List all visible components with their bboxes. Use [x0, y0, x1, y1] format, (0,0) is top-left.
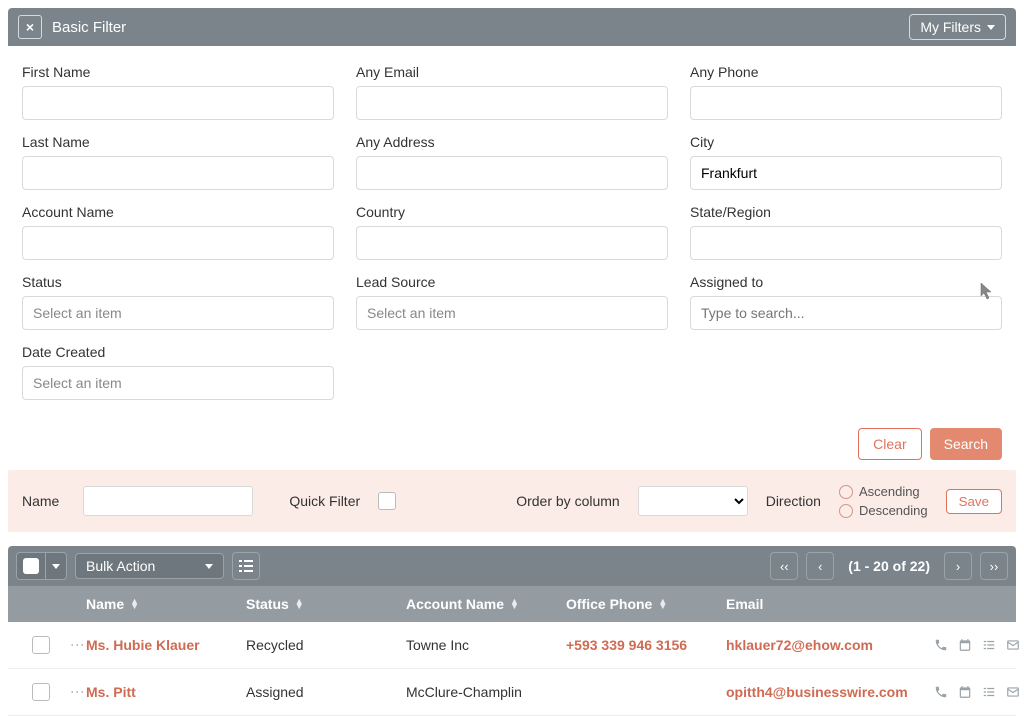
account-name-input[interactable] — [22, 226, 334, 260]
last-page-button[interactable]: ›› — [980, 552, 1008, 580]
filter-name-input[interactable] — [83, 486, 253, 516]
phone-icon[interactable] — [934, 638, 948, 652]
save-button[interactable]: Save — [946, 489, 1002, 514]
calendar-icon[interactable] — [958, 685, 972, 699]
any-address-label: Any Address — [356, 134, 668, 150]
lead-source-select[interactable]: Select an item — [356, 296, 668, 330]
clear-button[interactable]: Clear — [858, 428, 921, 460]
tasks-icon[interactable] — [982, 638, 996, 652]
row-status: Recycled — [246, 637, 406, 653]
any-email-label: Any Email — [356, 64, 668, 80]
page-info: (1 - 20 of 22) — [848, 558, 930, 574]
bulk-action-label: Bulk Action — [86, 558, 155, 574]
bulk-action-dropdown[interactable]: Bulk Action — [75, 553, 224, 579]
mail-icon[interactable] — [1006, 685, 1020, 699]
any-address-input[interactable] — [356, 156, 668, 190]
order-by-label: Order by column — [516, 493, 619, 509]
search-button[interactable]: Search — [930, 428, 1002, 460]
descending-label: Descending — [859, 503, 928, 518]
ascending-radio[interactable] — [839, 485, 853, 499]
tasks-icon[interactable] — [982, 685, 996, 699]
city-input[interactable] — [690, 156, 1002, 190]
first-name-input[interactable] — [22, 86, 334, 120]
col-office-phone[interactable]: Office Phone▲▼ — [566, 596, 726, 612]
select-all-checkbox[interactable] — [23, 558, 39, 574]
calendar-icon[interactable] — [958, 638, 972, 652]
next-page-button[interactable]: › — [944, 552, 972, 580]
list-view-icon[interactable] — [232, 552, 260, 580]
descending-radio[interactable] — [839, 504, 853, 518]
chevron-down-icon — [987, 25, 995, 30]
filter-form: First Name Any Email Any Phone Last Name… — [8, 46, 1016, 410]
account-name-label: Account Name — [22, 204, 334, 220]
row-phone[interactable]: +593 339 946 3156 — [566, 637, 726, 653]
sort-icon: ▲▼ — [295, 599, 304, 609]
row-email[interactable]: opitth4@businesswire.com — [726, 684, 916, 700]
sort-icon: ▲▼ — [130, 599, 139, 609]
filter-actions: Clear Search — [8, 410, 1016, 470]
date-created-label: Date Created — [22, 344, 334, 360]
any-phone-input[interactable] — [690, 86, 1002, 120]
any-email-input[interactable] — [356, 86, 668, 120]
quick-filter-checkbox[interactable] — [378, 492, 396, 510]
panel-title: Basic Filter — [52, 19, 126, 36]
close-icon[interactable]: × — [18, 15, 42, 39]
state-region-input[interactable] — [690, 226, 1002, 260]
ascending-label: Ascending — [859, 484, 920, 499]
phone-icon[interactable] — [934, 685, 948, 699]
col-status[interactable]: Status▲▼ — [246, 596, 406, 612]
row-status: Assigned — [246, 684, 406, 700]
select-all-control[interactable] — [16, 552, 67, 580]
row-checkbox[interactable] — [32, 636, 50, 654]
country-label: Country — [356, 204, 668, 220]
first-name-label: First Name — [22, 64, 334, 80]
date-created-select[interactable]: Select an item — [22, 366, 334, 400]
row-menu-icon[interactable]: ⋮ — [66, 685, 86, 699]
table-toolbar: Bulk Action ‹‹ ‹ (1 - 20 of 22) › ›› — [8, 546, 1016, 586]
my-filters-label: My Filters — [920, 19, 981, 35]
country-input[interactable] — [356, 226, 668, 260]
last-name-input[interactable] — [22, 156, 334, 190]
any-phone-label: Any Phone — [690, 64, 1002, 80]
col-name[interactable]: Name▲▼ — [86, 596, 246, 612]
city-label: City — [690, 134, 1002, 150]
row-name[interactable]: Ms. Hubie Klauer — [86, 637, 246, 653]
row-account: Towne Inc — [406, 637, 566, 653]
col-email[interactable]: Email — [726, 596, 926, 612]
chevron-down-icon — [205, 564, 213, 569]
last-name-label: Last Name — [22, 134, 334, 150]
direction-label: Direction — [766, 493, 821, 509]
status-label: Status — [22, 274, 334, 290]
row-account: McClure-Champlin — [406, 684, 566, 700]
table-header: Name▲▼ Status▲▼ Account Name▲▼ Office Ph… — [8, 586, 1016, 622]
state-region-label: State/Region — [690, 204, 1002, 220]
name-label: Name — [22, 493, 59, 509]
row-name[interactable]: Ms. Pitt — [86, 684, 246, 700]
row-email[interactable]: hklauer72@ehow.com — [726, 637, 916, 653]
quick-filter-label: Quick Filter — [289, 493, 360, 509]
sort-icon: ▲▼ — [658, 599, 667, 609]
select-all-dropdown[interactable] — [45, 553, 66, 579]
row-menu-icon[interactable]: ⋮ — [66, 638, 86, 652]
lead-source-label: Lead Source — [356, 274, 668, 290]
my-filters-dropdown[interactable]: My Filters — [909, 14, 1006, 40]
assigned-to-label: Assigned to — [690, 274, 1002, 290]
prev-page-button[interactable]: ‹ — [806, 552, 834, 580]
sort-icon: ▲▼ — [510, 599, 519, 609]
filter-header: × Basic Filter My Filters — [8, 8, 1016, 46]
first-page-button[interactable]: ‹‹ — [770, 552, 798, 580]
chevron-down-icon — [52, 564, 60, 569]
status-select[interactable]: Select an item — [22, 296, 334, 330]
mail-icon[interactable] — [1006, 638, 1020, 652]
row-checkbox[interactable] — [32, 683, 50, 701]
col-account-name[interactable]: Account Name▲▼ — [406, 596, 566, 612]
save-filter-bar: Name Quick Filter Order by column Direct… — [8, 470, 1016, 532]
assigned-to-input[interactable] — [690, 296, 1002, 330]
table-row: ⋮Ms. Hubie KlauerRecycledTowne Inc+593 3… — [8, 622, 1016, 669]
table-row: ⋮Ms. PittAssignedMcClure-Champlin opitth4… — [8, 669, 1016, 716]
order-by-select[interactable] — [638, 486, 748, 516]
